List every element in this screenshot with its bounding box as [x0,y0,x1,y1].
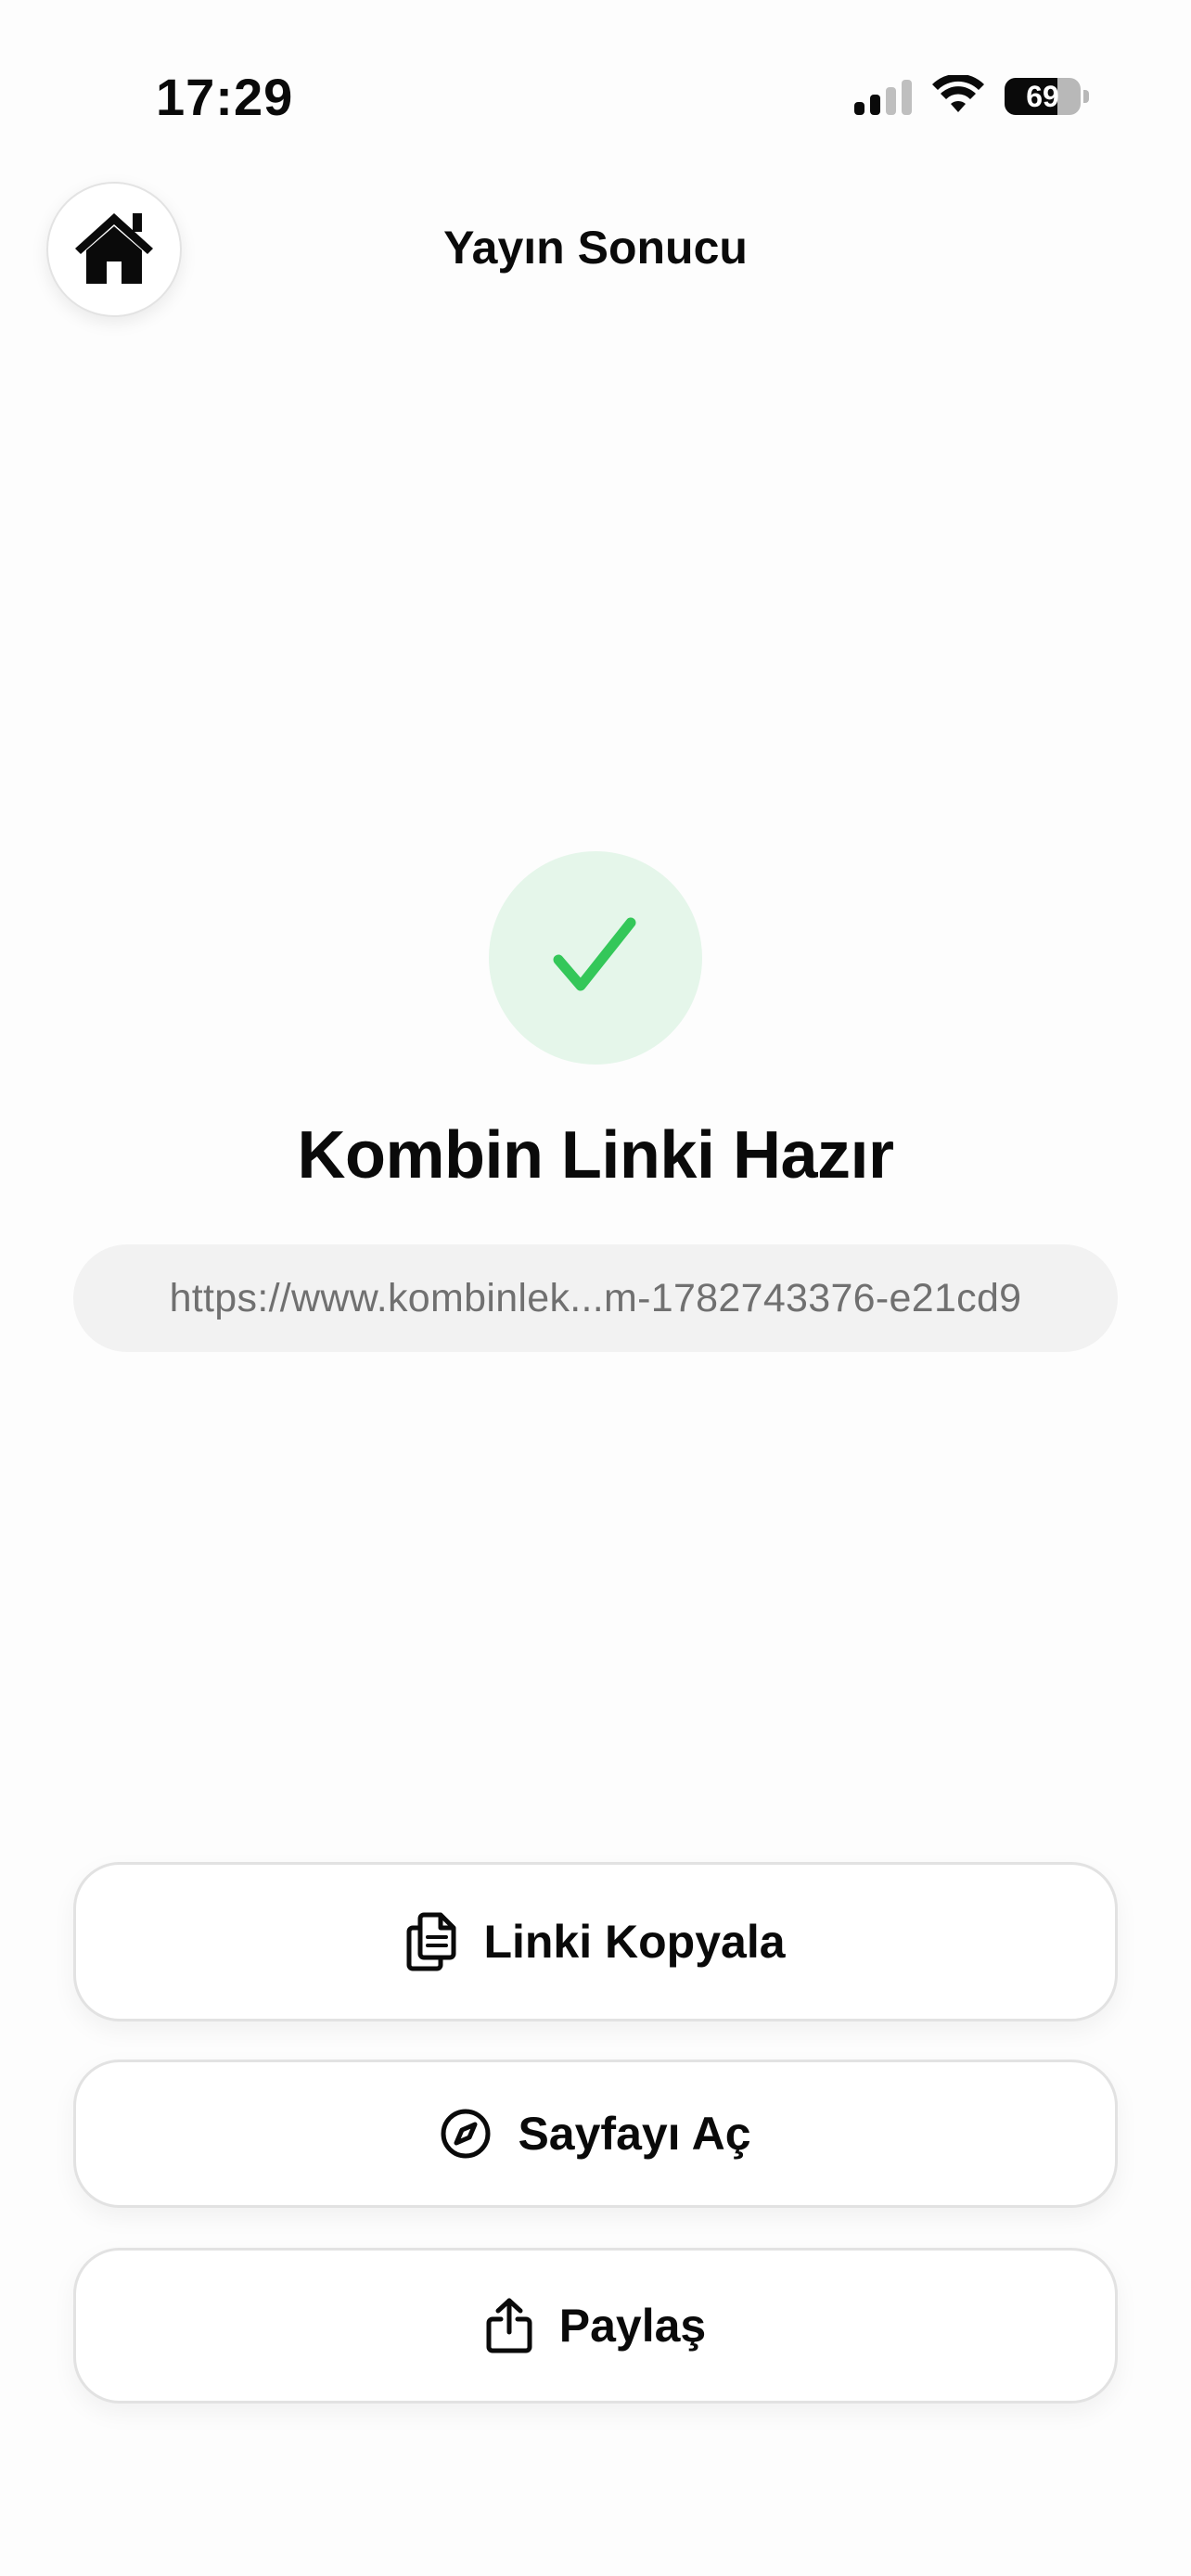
open-page-label: Sayfayı Aç [518,2108,751,2160]
success-badge [489,851,702,1065]
result-headline: Kombin Linki Hazır [297,1118,894,1192]
share-button[interactable]: Paylaş [73,2248,1118,2404]
link-url-field[interactable]: https://www.kombinlek...m-1782743376-e21… [73,1244,1118,1352]
status-time: 17:29 [156,68,294,126]
battery-level: 69 [1026,80,1059,113]
status-icons: 69 [854,70,1089,122]
open-page-button[interactable]: Sayfayı Aç [73,2060,1118,2208]
share-icon [485,2297,533,2354]
screen: 17:29 69 Yayın Sonucu Kombin Linki Hazır… [0,0,1191,2576]
cellular-signal-icon [854,78,912,115]
copy-link-label: Linki Kopyala [483,1916,786,1968]
wifi-icon [932,73,984,119]
share-label: Paylaş [558,2300,707,2352]
copy-link-button[interactable]: Linki Kopyala [73,1862,1118,2021]
copy-documents-icon [405,1911,457,1972]
checkmark-icon [549,912,642,1005]
compass-icon [440,2108,492,2160]
page-title: Yayın Sonucu [443,222,748,274]
battery-icon: 69 [1005,78,1081,115]
